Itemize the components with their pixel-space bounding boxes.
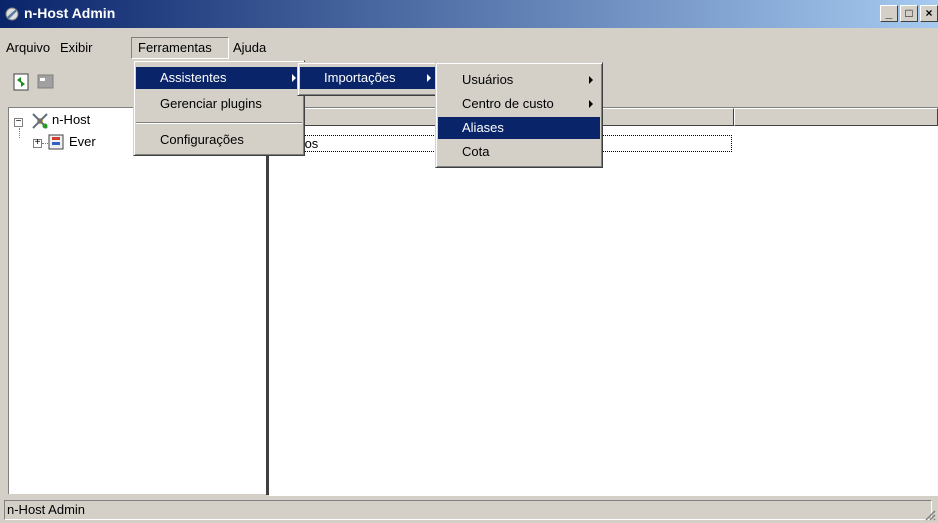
list-pane[interactable]: ost ventos [269,107,938,496]
app-icon [5,7,19,21]
status-text: n-Host Admin [4,500,932,520]
status-bar: n-Host Admin [0,496,938,523]
window-title: n-Host Admin [24,5,116,21]
submenu-arrow-icon [427,74,431,82]
collapse-icon[interactable]: − [14,116,23,127]
refresh-icon[interactable] [12,72,32,92]
column-header-2[interactable] [734,108,938,126]
tree-pane[interactable]: − n-Host + Ever [8,107,267,494]
minimize-icon: _ [885,6,893,20]
menu-item-cota[interactable]: Cota [438,141,600,163]
menu-item-usuarios[interactable]: Usuários [438,69,600,91]
ferramentas-menu: Assistentes Gerenciar plugins Configuraç… [133,60,305,156]
list-header: ost [269,108,938,127]
close-icon: × [925,6,933,20]
app-window: n-Host Admin _ □ × Arquivo Exibir Ferram… [0,0,938,523]
menu-item-assistentes[interactable]: Assistentes [136,67,302,89]
maximize-icon: □ [905,6,913,20]
network-icon [32,113,48,129]
submenu-arrow-icon [589,100,593,108]
menu-exibir[interactable]: Exibir [54,37,99,59]
menu-item-centro-de-custo[interactable]: Centro de custo [438,93,600,115]
assistentes-submenu: Importações [297,62,439,96]
events-icon [48,134,64,150]
properties-icon[interactable] [36,72,56,92]
menu-item-importacoes[interactable]: Importações [300,67,436,89]
menu-ajuda[interactable]: Ajuda [227,37,272,59]
menu-item-gerenciar-plugins[interactable]: Gerenciar plugins [136,93,302,115]
expand-icon[interactable]: + [33,137,42,148]
importacoes-submenu: Usuários Centro de custo Aliases Cota [435,62,603,168]
menu-bar: Arquivo Exibir Ferramentas Ajuda [0,37,938,59]
minimize-button[interactable]: _ [880,5,898,22]
tree-node-events[interactable]: Ever [69,133,96,150]
menu-item-aliases[interactable]: Aliases [438,117,600,139]
title-bar[interactable]: n-Host Admin _ □ × [0,0,938,28]
close-button[interactable]: × [920,5,938,22]
tree-node-root[interactable]: n-Host [52,111,90,128]
menu-separator [136,122,302,124]
maximize-button[interactable]: □ [900,5,918,22]
submenu-arrow-icon [589,76,593,84]
resize-grip-icon[interactable] [924,509,936,521]
submenu-arrow-icon [292,74,296,82]
menu-item-configuracoes[interactable]: Configurações [136,129,302,151]
menu-arquivo[interactable]: Arquivo [0,37,56,59]
menu-ferramentas[interactable]: Ferramentas [131,37,229,59]
